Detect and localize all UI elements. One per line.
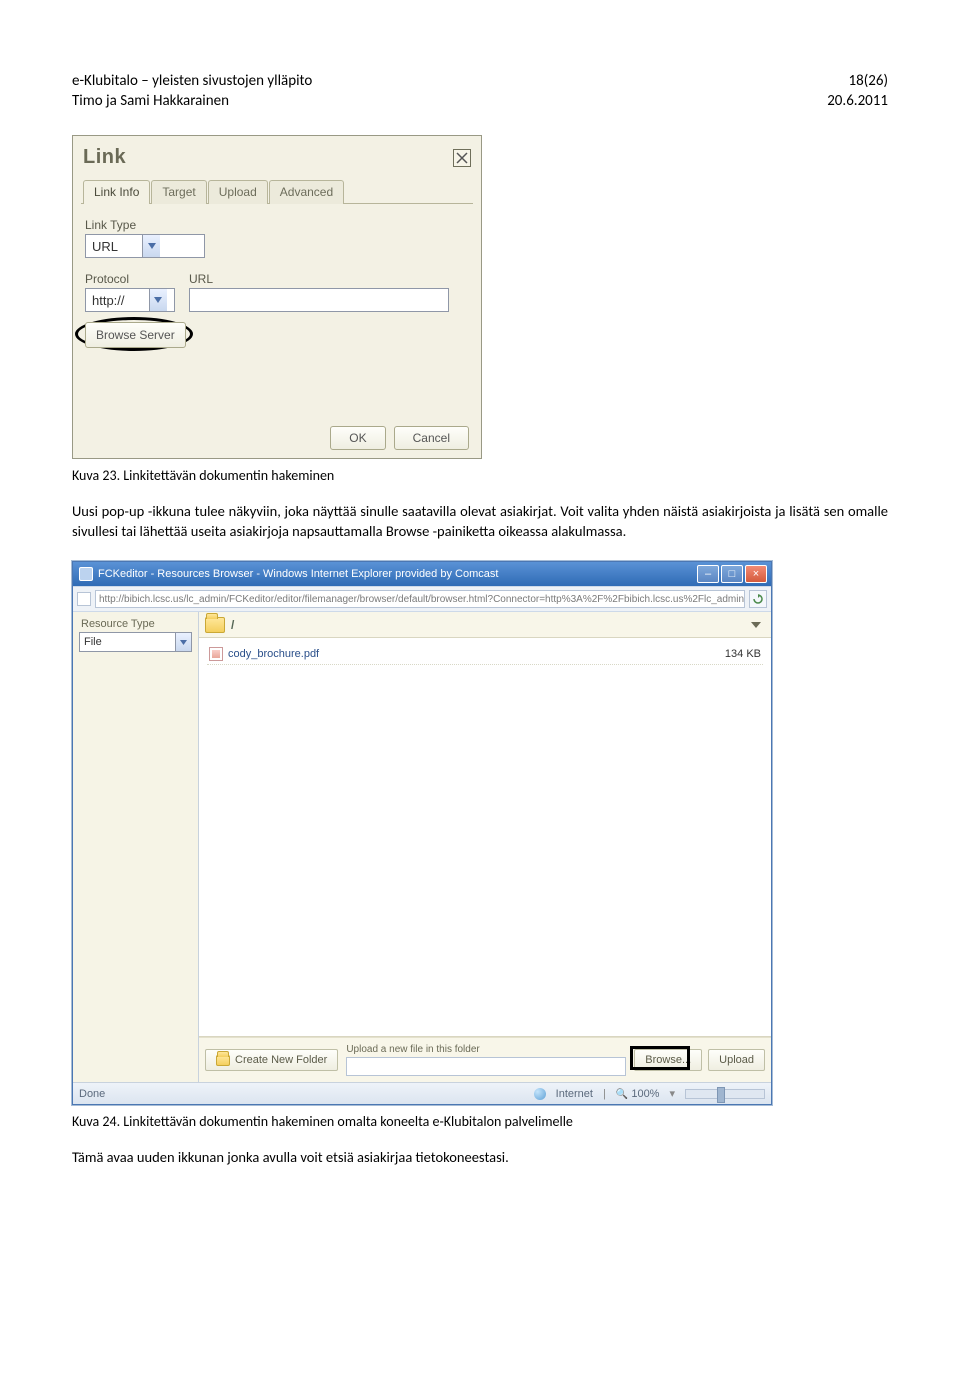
current-path: /	[231, 618, 234, 632]
window-titlebar: FCKeditor - Resources Browser - Windows …	[73, 562, 771, 586]
url-label: URL	[189, 272, 449, 286]
folder-icon	[216, 1055, 230, 1066]
resources-browser-window: FCKeditor - Resources Browser - Windows …	[72, 561, 772, 1105]
close-icon[interactable]: ×	[745, 565, 767, 583]
paragraph-1: Uusi pop-up -ikkuna tulee näkyviin, joka…	[72, 502, 888, 541]
figure-caption-23: Kuva 23. Linkitettävän dokumentin hakemi…	[72, 467, 888, 484]
browser-main-area: / cody_brochure.pdf 134 KB	[199, 612, 771, 1082]
close-icon[interactable]	[453, 149, 471, 167]
tab-target[interactable]: Target	[151, 180, 206, 204]
zoom-value[interactable]: 🔍 100%	[616, 1088, 660, 1100]
tab-row: Link Info Target Upload Advanced	[81, 179, 473, 204]
create-folder-label: Create New Folder	[235, 1054, 327, 1066]
protocol-select[interactable]: http://	[85, 288, 175, 312]
upload-button[interactable]: Upload	[708, 1049, 765, 1071]
window-title: FCKeditor - Resources Browser - Windows …	[98, 568, 498, 580]
header-title: e-Klubitalo – yleisten sivustojen ylläpi…	[72, 72, 312, 92]
protocol-value: http://	[86, 293, 149, 308]
pdf-icon	[209, 647, 223, 661]
link-type-label: Link Type	[85, 218, 469, 232]
internet-icon	[534, 1088, 546, 1100]
chevron-down-icon[interactable]	[751, 622, 761, 628]
file-size: 134 KB	[725, 648, 761, 660]
address-input[interactable]: http://bibich.lcsc.us/lc_admin/FCKeditor…	[95, 590, 745, 608]
page-header: e-Klubitalo – yleisten sivustojen ylläpi…	[72, 72, 888, 111]
status-bar: Done Internet | 🔍 100% ▾	[73, 1082, 771, 1104]
paragraph-2: Tämä avaa uuden ikkunan jonka avulla voi…	[72, 1148, 888, 1168]
header-page-number: 18(26)	[827, 72, 888, 92]
status-left: Done	[79, 1088, 105, 1100]
header-date: 20.6.2011	[827, 92, 888, 112]
figure-caption-24: Kuva 24. Linkitettävän dokumentin hakemi…	[72, 1113, 888, 1130]
ie-icon	[79, 567, 93, 581]
resource-type-label: Resource Type	[73, 612, 198, 632]
protocol-label: Protocol	[85, 272, 175, 286]
browse-server-button[interactable]: Browse Server	[85, 322, 186, 348]
address-bar: http://bibich.lcsc.us/lc_admin/FCKeditor…	[73, 586, 771, 612]
page-icon	[77, 592, 91, 606]
address-text: http://bibich.lcsc.us/lc_admin/FCKeditor…	[99, 594, 745, 605]
link-info-panel: Link Type URL Protocol http://	[81, 204, 473, 408]
maximize-icon[interactable]: □	[721, 565, 743, 583]
status-internet: Internet	[556, 1088, 593, 1100]
chevron-down-icon[interactable]	[142, 235, 160, 257]
resource-type-value: File	[80, 636, 175, 648]
chevron-down-icon[interactable]	[175, 633, 191, 651]
header-authors: Timo ja Sami Hakkarainen	[72, 92, 312, 112]
upload-file-input[interactable]	[346, 1057, 626, 1076]
resource-type-sidebar: Resource Type File	[73, 612, 199, 1082]
url-input[interactable]	[189, 288, 449, 312]
link-type-value: URL	[86, 239, 142, 254]
file-row[interactable]: cody_brochure.pdf 134 KB	[207, 644, 763, 665]
resource-type-select[interactable]: File	[79, 632, 192, 652]
browse-button[interactable]: Browse...	[634, 1049, 702, 1071]
tab-upload[interactable]: Upload	[208, 180, 268, 204]
file-name: cody_brochure.pdf	[228, 648, 319, 660]
ok-button[interactable]: OK	[330, 426, 385, 450]
link-dialog: Link Link Info Target Upload Advanced Li…	[72, 135, 482, 459]
folder-icon[interactable]	[205, 617, 225, 633]
tab-advanced[interactable]: Advanced	[269, 180, 344, 204]
upload-label: Upload a new file in this folder	[346, 1044, 626, 1057]
tab-link-info[interactable]: Link Info	[83, 180, 150, 204]
create-new-folder-button[interactable]: Create New Folder	[205, 1049, 338, 1071]
minimize-icon[interactable]: –	[697, 565, 719, 583]
zoom-slider[interactable]	[685, 1089, 765, 1099]
cancel-button[interactable]: Cancel	[394, 426, 469, 450]
dialog-title: Link	[83, 146, 126, 169]
link-type-select[interactable]: URL	[85, 234, 205, 258]
file-list: cody_brochure.pdf 134 KB	[199, 638, 771, 1037]
chevron-down-icon[interactable]	[149, 289, 167, 311]
refresh-icon[interactable]	[749, 590, 767, 608]
